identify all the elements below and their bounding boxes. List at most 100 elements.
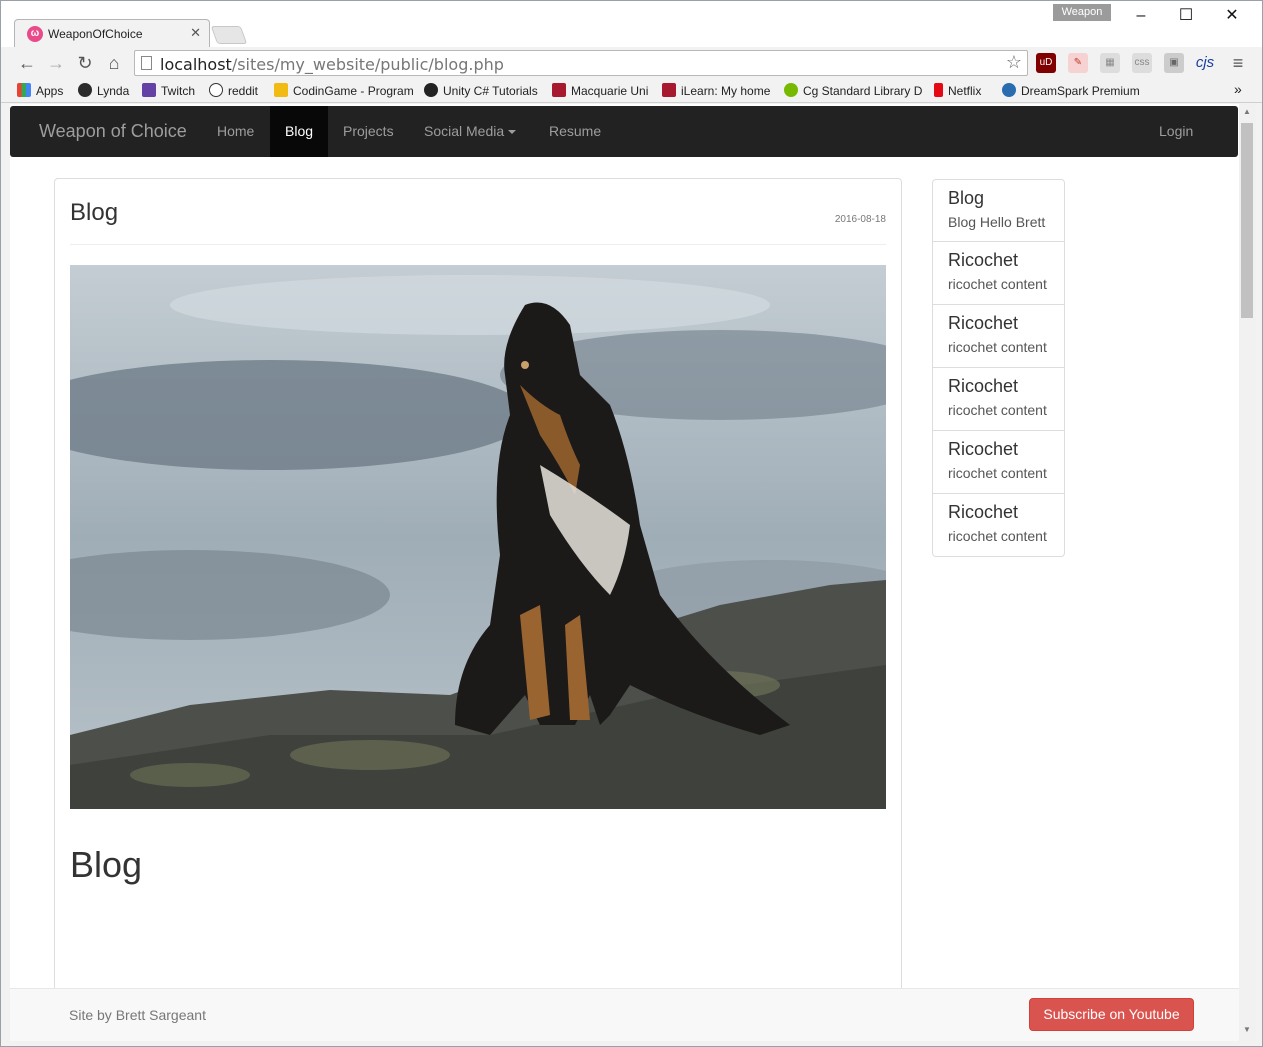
extension-icon[interactable]: ▦ (1100, 53, 1120, 73)
scroll-up-icon[interactable]: ▲ (1243, 107, 1251, 116)
nav-login[interactable]: Login (1144, 106, 1208, 157)
bookmarks-bar: Apps Lynda Twitch reddit CodinGame - Pro… (1, 79, 1262, 103)
sidebar-item[interactable]: Ricochet ricochet content (932, 494, 1065, 557)
cjs-extension-icon[interactable]: cjs (1195, 53, 1215, 73)
nav-social-media[interactable]: Social Media (409, 106, 531, 157)
post-title: Blog (70, 199, 119, 226)
maximize-icon[interactable]: ☐ (1171, 5, 1201, 27)
bookmark-label: Macquarie Uni (571, 84, 649, 98)
paw-icon (424, 83, 438, 97)
bookmark-netflix[interactable]: Netflix (934, 83, 981, 98)
sidebar-item-text: ricochet content (948, 402, 1047, 418)
sidebar-item-title: Ricochet (948, 250, 1019, 270)
bookmark-apps[interactable]: Apps (17, 83, 63, 98)
blog-post-panel: Blog 2016-08-18 Blog (54, 178, 902, 1041)
sidebar-item[interactable]: Ricochet ricochet content (932, 305, 1065, 368)
bookmark-unity[interactable]: Unity C# Tutorials (424, 83, 538, 98)
bookmark-label: reddit (228, 84, 259, 98)
bookmarks-overflow-icon[interactable]: » (1234, 81, 1242, 97)
menu-icon[interactable]: ≡ (1227, 52, 1249, 74)
ublock-icon[interactable]: uD (1036, 53, 1056, 73)
nav-projects[interactable]: Projects (328, 106, 409, 157)
home-icon[interactable]: ⌂ (103, 52, 125, 74)
url-path: /sites/my_website/public/blog.php (231, 55, 504, 74)
sidebar-item[interactable]: Ricochet ricochet content (932, 242, 1065, 305)
sidebar-item-title: Ricochet (948, 376, 1019, 396)
tab-title: WeaponOfChoice (48, 27, 143, 41)
codingame-icon (274, 83, 288, 97)
css-extension-icon[interactable]: css (1132, 53, 1152, 73)
bookmark-label: iLearn: My home (681, 84, 771, 98)
nav-resume[interactable]: Resume (534, 106, 616, 157)
address-bar[interactable]: localhost/sites/my_website/public/blog.p… (134, 50, 1028, 76)
bookmark-star-icon[interactable]: ☆ (1006, 52, 1022, 73)
divider (70, 244, 886, 245)
bookmark-cg[interactable]: Cg Standard Library D (784, 83, 922, 98)
footer-credit: Site by Brett Sargeant (69, 1007, 206, 1023)
browser-tab[interactable]: ω WeaponOfChoice ✕ (14, 19, 210, 47)
sidebar-item-title: Blog (948, 188, 985, 208)
site-favicon-icon: ω (27, 26, 43, 42)
bookmark-lynda[interactable]: Lynda (78, 83, 129, 98)
reload-icon[interactable]: ↻ (74, 52, 96, 74)
dog-photo-illustration (70, 265, 886, 809)
sidebar-item-text: ricochet content (948, 528, 1047, 544)
apps-grid-icon (17, 83, 31, 97)
twitch-icon (142, 83, 156, 97)
forward-icon[interactable]: → (45, 52, 67, 74)
post-date: 2016-08-18 (834, 214, 886, 225)
bookmark-dreamspark[interactable]: DreamSpark Premium (1002, 83, 1140, 98)
post-image (70, 265, 886, 809)
extension-icon[interactable]: ▣ (1164, 53, 1184, 73)
browser-window: ω WeaponOfChoice ✕ Weapon – ☐ ✕ ← → ↻ ⌂ … (0, 0, 1263, 1047)
scroll-down-icon[interactable]: ▼ (1243, 1025, 1251, 1034)
sidebar-item[interactable]: Ricochet ricochet content (932, 431, 1065, 494)
sidebar-item-text: ricochet content (948, 339, 1047, 355)
extension-icon[interactable]: ✎ (1068, 53, 1088, 73)
sidebar-item-text: Blog Hello Brett (948, 214, 1046, 230)
nav-home[interactable]: Home (202, 106, 269, 157)
back-icon[interactable]: ← (16, 52, 38, 74)
page-viewport: Weapon of Choice Home Blog Projects Soci… (10, 104, 1239, 1041)
sidebar-item-title: Ricochet (948, 439, 1019, 459)
window-label: Weapon (1053, 4, 1111, 21)
bookmark-macquarie[interactable]: Macquarie Uni (552, 83, 648, 98)
site-footer: Site by Brett Sargeant Subscribe on Yout… (10, 988, 1239, 1041)
bookmark-ilearn[interactable]: iLearn: My home (662, 83, 770, 98)
scrollbar-thumb[interactable] (1241, 123, 1253, 318)
sidebar-item[interactable]: Blog Blog Hello Brett (932, 179, 1065, 242)
site-navbar: Weapon of Choice Home Blog Projects Soci… (10, 106, 1238, 157)
sidebar-item[interactable]: Ricochet ricochet content (932, 368, 1065, 431)
bookmark-twitch[interactable]: Twitch (142, 83, 195, 98)
minimize-icon[interactable]: – (1126, 5, 1156, 27)
lynda-icon (78, 83, 92, 97)
sidebar-item-text: ricochet content (948, 276, 1047, 292)
new-tab-button[interactable] (210, 26, 248, 44)
dreamspark-icon (1002, 83, 1016, 97)
site-brand[interactable]: Weapon of Choice (39, 121, 187, 142)
close-tab-icon[interactable]: ✕ (190, 25, 201, 41)
bookmark-reddit[interactable]: reddit (209, 83, 258, 98)
bookmark-label: CodinGame - Program (293, 84, 414, 98)
sidebar-list: Blog Blog Hello Brett Ricochet ricochet … (932, 179, 1065, 557)
bookmark-label: Netflix (948, 84, 982, 98)
subscribe-youtube-button[interactable]: Subscribe on Youtube (1029, 998, 1194, 1031)
shield-icon (662, 83, 676, 97)
sidebar-item-text: ricochet content (948, 465, 1047, 481)
bookmark-label: Lynda (97, 84, 130, 98)
close-window-icon[interactable]: ✕ (1217, 5, 1247, 27)
nav-social-media-label: Social Media (424, 123, 505, 139)
netflix-icon (934, 83, 943, 97)
browser-toolbar: ← → ↻ ⌂ localhost/sites/my_website/publi… (1, 47, 1262, 79)
sidebar-item-title: Ricochet (948, 502, 1019, 522)
sidebar-item-title: Ricochet (948, 313, 1019, 333)
globe-icon (784, 83, 798, 97)
bookmark-label: Twitch (161, 84, 196, 98)
bookmark-codingame[interactable]: CodinGame - Program (274, 83, 414, 98)
bookmark-label: Cg Standard Library D (803, 84, 923, 98)
nav-blog[interactable]: Blog (270, 106, 329, 157)
bookmark-label: DreamSpark Premium (1021, 84, 1140, 98)
post-heading: Blog (70, 844, 143, 885)
bookmark-label: Apps (36, 84, 64, 98)
caret-down-icon (508, 130, 517, 135)
